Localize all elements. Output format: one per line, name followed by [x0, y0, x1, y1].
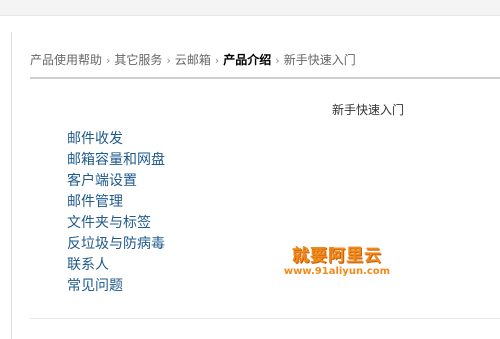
header-divider [30, 77, 500, 79]
menu-link-client-settings[interactable]: 客户端设置 [67, 171, 165, 192]
watermark-title: 就要阿里云 [292, 246, 382, 266]
menu-link-contacts[interactable]: 联系人 [67, 255, 165, 276]
breadcrumb-item-product-intro[interactable]: 产品介绍 [223, 53, 271, 67]
watermark-url: www.91aliyun.com [283, 266, 391, 277]
breadcrumb-item-cloud-mail[interactable]: 云邮箱 [175, 53, 211, 67]
menu-link-send-receive[interactable]: 邮件收发 [67, 129, 165, 150]
section-title: 新手快速入门 [332, 103, 405, 117]
footer-divider [30, 318, 500, 319]
breadcrumb-item-other-services[interactable]: 其它服务 [114, 53, 162, 67]
menu-link-folders-labels[interactable]: 文件夹与标签 [67, 213, 165, 234]
top-bar [0, 0, 500, 16]
watermark: 就要阿里云 www.91aliyun.com [282, 246, 392, 278]
left-border [11, 32, 12, 339]
menu-link-mail-management[interactable]: 邮件管理 [67, 192, 165, 213]
quick-start-menu: 邮件收发 邮箱容量和网盘 客户端设置 邮件管理 文件夹与标签 反垃圾与防病毒 联… [67, 129, 165, 297]
breadcrumb-separator: › [275, 54, 280, 67]
menu-link-antispam-antivirus[interactable]: 反垃圾与防病毒 [67, 234, 165, 255]
menu-link-capacity-netdisk[interactable]: 邮箱容量和网盘 [67, 150, 165, 171]
breadcrumb-separator: › [214, 54, 220, 67]
breadcrumb: 产品使用帮助 › 其它服务 › 云邮箱 › 产品介绍 › 新手快速入门 [30, 52, 356, 69]
breadcrumb-item-help[interactable]: 产品使用帮助 [30, 53, 102, 67]
breadcrumb-separator: › [106, 54, 111, 67]
menu-link-faq[interactable]: 常见问题 [67, 276, 165, 297]
breadcrumb-item-quick-start: 新手快速入门 [283, 53, 356, 67]
breadcrumb-separator: › [166, 54, 171, 67]
help-page: 产品使用帮助 › 其它服务 › 云邮箱 › 产品介绍 › 新手快速入门 新手快速入门 邮件收发 … [0, 0, 500, 339]
